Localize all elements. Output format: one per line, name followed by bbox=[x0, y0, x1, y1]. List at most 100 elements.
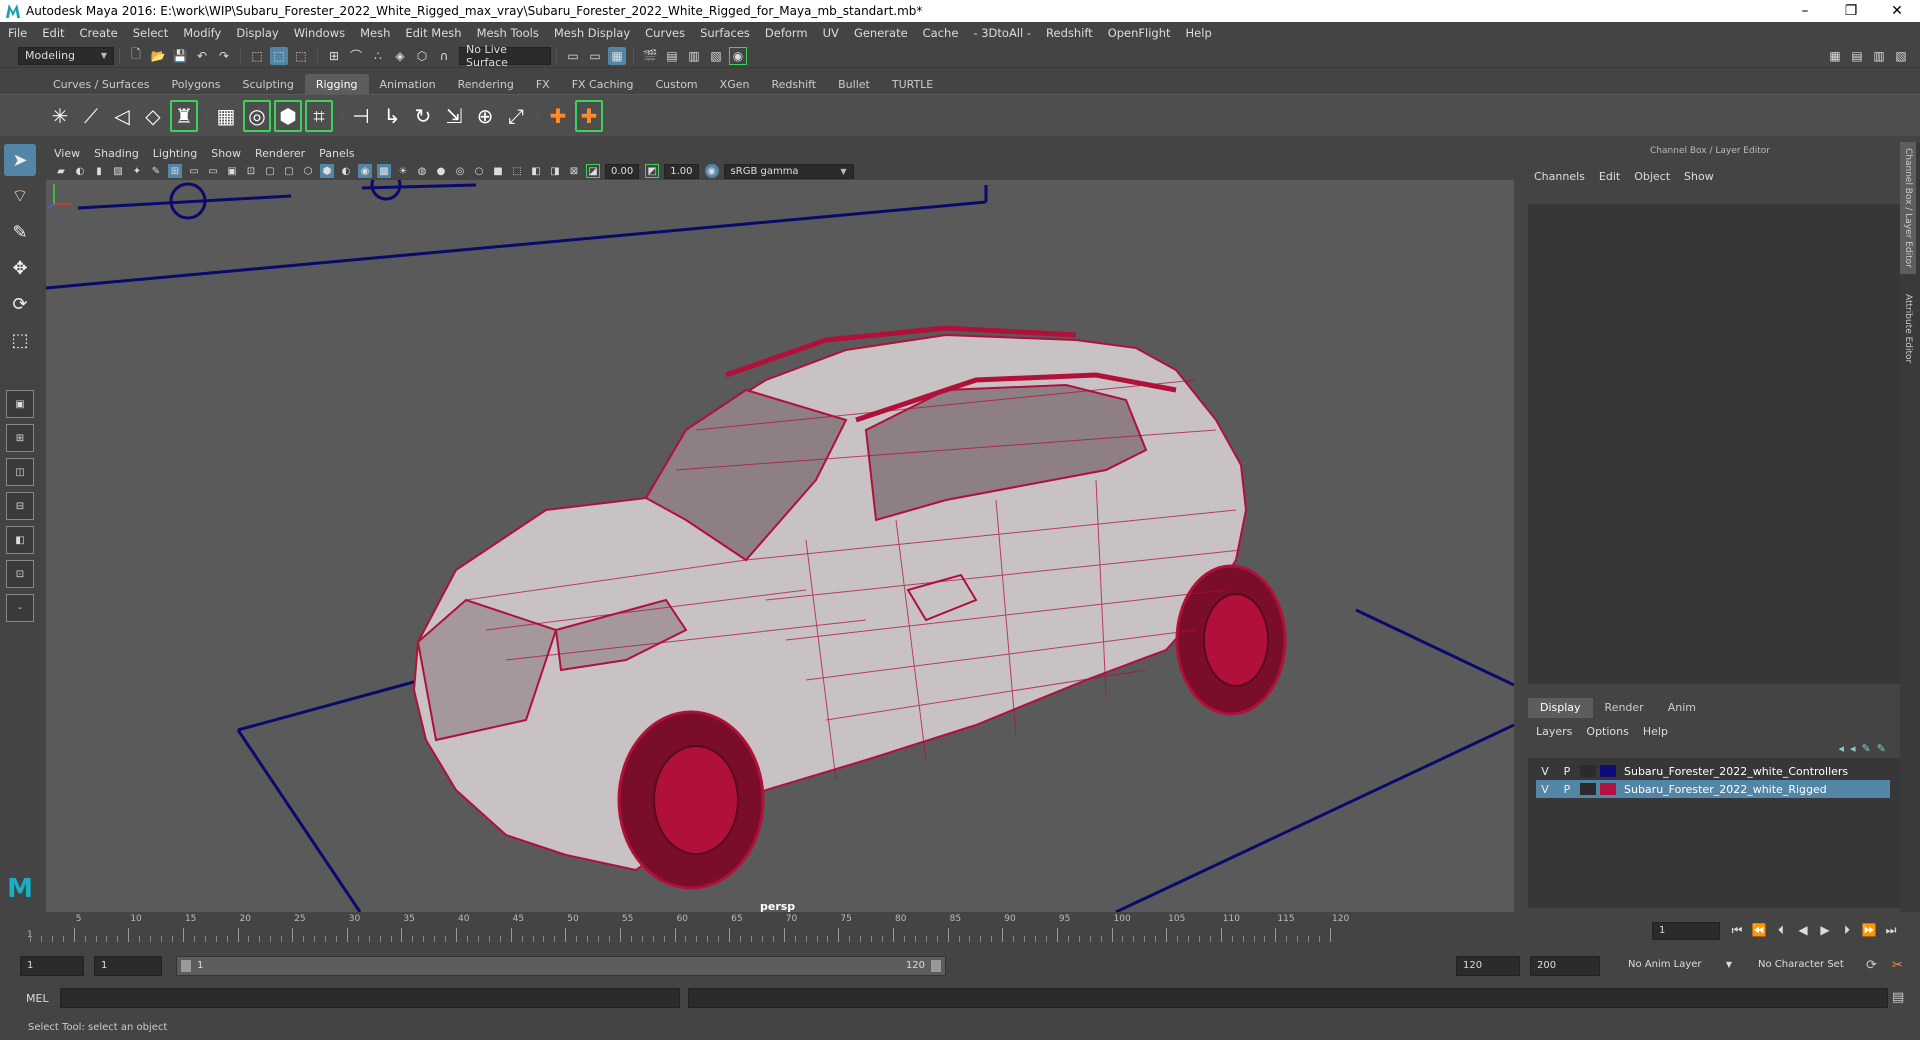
auto-key-icon[interactable]: ⟳ bbox=[1866, 958, 1877, 973]
channel-box-menu-channels[interactable]: Channels bbox=[1534, 170, 1585, 183]
workspace-icon[interactable]: ▦ bbox=[1826, 47, 1844, 65]
camera-icon[interactable]: ▰ bbox=[54, 164, 68, 178]
locator-icon[interactable]: ✚ bbox=[544, 100, 572, 132]
anim-layer-dropdown[interactable]: No Anim Layer ▼ bbox=[1622, 956, 1732, 976]
viewport-menu-lighting[interactable]: Lighting bbox=[153, 147, 197, 160]
film-gate-icon[interactable]: ▭ bbox=[187, 164, 201, 178]
layer-menu-help[interactable]: Help bbox=[1643, 725, 1668, 738]
menu-create[interactable]: Create bbox=[80, 26, 118, 40]
hypershade-icon[interactable]: ◉ bbox=[729, 46, 747, 65]
image-plane-icon[interactable]: ▧ bbox=[111, 164, 125, 178]
menu-mesh-display[interactable]: Mesh Display bbox=[554, 26, 630, 40]
layer-row[interactable]: V P Subaru_Forester_2022_white_Rigged bbox=[1536, 780, 1890, 798]
scale-tool-icon[interactable]: ⬚ bbox=[4, 324, 36, 356]
channel-box-menu-object[interactable]: Object bbox=[1634, 170, 1670, 183]
menu-help[interactable]: Help bbox=[1186, 26, 1212, 40]
end-time-field[interactable]: 200 bbox=[1530, 956, 1600, 976]
shelf-tab-fx[interactable]: FX bbox=[525, 74, 561, 94]
color-space-dropdown[interactable]: sRGB gamma ▼ bbox=[723, 163, 854, 179]
persp-graph-layout-icon[interactable]: ⊟ bbox=[6, 492, 34, 520]
wireframe-icon[interactable]: ⬡ bbox=[301, 164, 315, 178]
range-start-handle[interactable] bbox=[181, 960, 191, 972]
viewport-menu-shading[interactable]: Shading bbox=[94, 147, 139, 160]
render-frame-icon[interactable]: ▤ bbox=[663, 47, 681, 65]
shadows-icon[interactable]: ◍ bbox=[415, 164, 429, 178]
open-scene-icon[interactable]: 📂 bbox=[149, 47, 167, 65]
orient-constraint-icon[interactable]: ↻ bbox=[409, 100, 437, 132]
layer-playback-toggle[interactable]: P bbox=[1558, 765, 1576, 778]
x-ray-icon[interactable]: ▩ bbox=[377, 164, 391, 178]
menu-openflight[interactable]: OpenFlight bbox=[1108, 26, 1171, 40]
viewport-menu-renderer[interactable]: Renderer bbox=[255, 147, 305, 160]
layer-menu-layers[interactable]: Layers bbox=[1536, 725, 1572, 738]
gamma-icon[interactable]: ◩ bbox=[645, 164, 660, 178]
step-back-key-icon[interactable]: ⏪ bbox=[1748, 920, 1770, 940]
step-forward-key-icon[interactable]: ⏩ bbox=[1858, 920, 1880, 940]
side-tab-channel-box[interactable]: Channel Box / Layer Editor bbox=[1900, 142, 1916, 274]
toggle-channel-box-icon[interactable]: ▥ bbox=[1870, 47, 1888, 65]
shelf-tab-turtle[interactable]: TURTLE bbox=[881, 74, 944, 94]
snap-point-icon[interactable]: ∴ bbox=[369, 47, 387, 65]
2d-pan-zoom-icon[interactable]: ✦ bbox=[130, 164, 144, 178]
lattice-icon[interactable]: ⌗ bbox=[305, 99, 333, 132]
ipr-render-icon[interactable]: ▥ bbox=[685, 47, 703, 65]
move-layer-up-icon[interactable]: ◂ bbox=[1839, 742, 1845, 755]
perspective-viewport[interactable]: persp bbox=[46, 180, 1514, 912]
layer-tab-display[interactable]: Display bbox=[1528, 698, 1593, 718]
menu-cache[interactable]: Cache bbox=[923, 26, 959, 40]
menu-edit-mesh[interactable]: Edit Mesh bbox=[405, 26, 461, 40]
field-chart-icon[interactable]: ⊡ bbox=[244, 164, 258, 178]
minimize-button[interactable]: – bbox=[1782, 0, 1828, 22]
menu-windows[interactable]: Windows bbox=[294, 26, 345, 40]
select-hierarchy-icon[interactable]: ⬚ bbox=[248, 47, 266, 65]
select-tool-icon[interactable]: ➤ bbox=[4, 144, 36, 176]
menu-edit[interactable]: Edit bbox=[42, 26, 64, 40]
shelf-tab-sculpting[interactable]: Sculpting bbox=[231, 74, 304, 94]
mode-selector[interactable]: Modeling ▼ bbox=[18, 46, 114, 65]
point-constraint-icon[interactable]: ⊣ bbox=[347, 100, 375, 132]
shelf-tab-rendering[interactable]: Rendering bbox=[447, 74, 525, 94]
menu-uv[interactable]: UV bbox=[823, 26, 839, 40]
range-slider[interactable]: 1 120 bbox=[176, 956, 946, 976]
new-layer-selected-icon[interactable]: ✎ bbox=[1877, 742, 1886, 755]
render-settings-icon[interactable]: ▧ bbox=[707, 47, 725, 65]
resolution-gate-icon[interactable]: ▭ bbox=[206, 164, 220, 178]
menu-mesh[interactable]: Mesh bbox=[360, 26, 390, 40]
layer-playback-toggle[interactable]: P bbox=[1558, 783, 1576, 796]
anti-aliasing-icon[interactable]: ○ bbox=[472, 164, 486, 178]
four-pane-layout-icon[interactable]: ⊞ bbox=[6, 424, 34, 452]
gamma-field[interactable]: 1.00 bbox=[664, 163, 699, 179]
menu-3dtoall[interactable]: - 3DtoAll - bbox=[973, 26, 1031, 40]
layer-visibility-toggle[interactable]: V bbox=[1536, 783, 1554, 796]
shelf-tab-animation[interactable]: Animation bbox=[369, 74, 447, 94]
viewport-menu-view[interactable]: View bbox=[54, 147, 80, 160]
play-forward-icon[interactable]: ▶ bbox=[1814, 920, 1836, 940]
toggle-panels-icon[interactable]: ▤ bbox=[1848, 47, 1866, 65]
cluster-icon[interactable]: ⬢ bbox=[274, 99, 302, 132]
single-pane-layout-icon[interactable]: ▣ bbox=[6, 390, 34, 418]
side-tab-attribute-editor[interactable]: Attribute Editor bbox=[1900, 288, 1916, 369]
script-editor-icon[interactable]: ▤ bbox=[1892, 990, 1904, 1005]
time-slider[interactable]: 1 5 10 15 20 25 30 35 40 45 50 55 60 65 70 75 80 85 90 95 10… bbox=[20, 914, 1640, 944]
go-to-end-icon[interactable]: ⏭ bbox=[1880, 920, 1902, 940]
aim-constraint-icon[interactable]: ↳ bbox=[378, 100, 406, 132]
joint-tool-icon[interactable]: ✳ bbox=[46, 100, 74, 132]
lights-icon[interactable]: ☀ bbox=[396, 164, 410, 178]
safe-action-icon[interactable]: ▢ bbox=[263, 164, 277, 178]
move-layer-down-icon[interactable]: ◂ bbox=[1850, 742, 1856, 755]
start-time-field[interactable]: 1 bbox=[20, 956, 84, 976]
menu-curves[interactable]: Curves bbox=[645, 26, 685, 40]
orient-joint-icon[interactable]: ◇ bbox=[139, 100, 167, 132]
xray-active-icon[interactable]: ◨ bbox=[548, 164, 562, 178]
gate-mask-icon[interactable]: ▣ bbox=[225, 164, 239, 178]
playback-start-field[interactable]: 1 bbox=[94, 956, 162, 976]
shelf-tab-curves-surfaces[interactable]: Curves / Surfaces bbox=[42, 74, 161, 94]
wireframe-on-shaded-icon[interactable]: ◐ bbox=[339, 164, 353, 178]
current-frame-field[interactable]: 1 bbox=[1652, 922, 1720, 940]
menu-generate[interactable]: Generate bbox=[854, 26, 908, 40]
outliner-layout-icon[interactable]: ◧ bbox=[6, 526, 34, 554]
layer-visibility-toggle[interactable]: V bbox=[1536, 765, 1554, 778]
hypershade-layout-icon[interactable]: ⊡ bbox=[6, 560, 34, 588]
shelf-tab-fx-caching[interactable]: FX Caching bbox=[561, 74, 645, 94]
new-scene-icon[interactable]: 🗋 bbox=[127, 47, 145, 65]
